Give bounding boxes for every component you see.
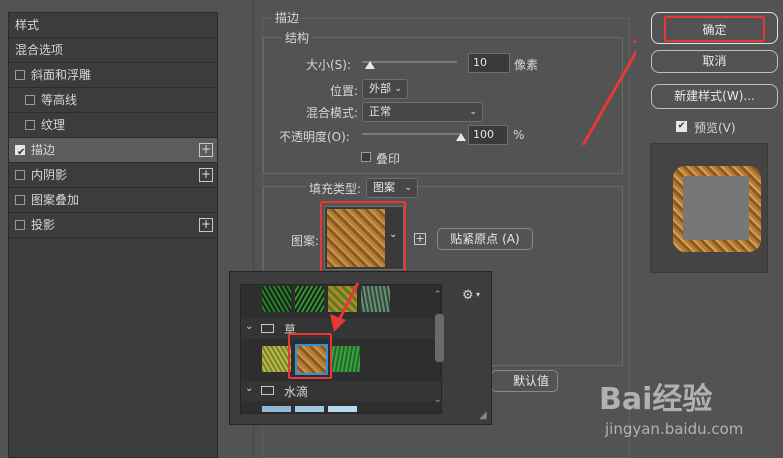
arrow-to-pattern-icon (330, 282, 360, 332)
preview-thumbnail (673, 166, 761, 252)
watermark: Bai经验 jingyan.baidu.com (585, 368, 783, 458)
ok-button[interactable]: 确定 (651, 12, 778, 44)
watermark-brand: Bai经验 (599, 382, 713, 417)
watermark-url: jingyan.baidu.com (605, 420, 744, 438)
preview-fill (683, 176, 749, 240)
preview-box (650, 143, 768, 273)
preview-label: 预览(V) (694, 121, 736, 135)
preview-checkbox[interactable]: ✔ (676, 121, 687, 132)
cancel-button[interactable]: 取消 (651, 50, 778, 73)
new-style-button[interactable]: 新建样式(W)... (651, 84, 778, 109)
check-icon: ✔ (677, 121, 686, 131)
